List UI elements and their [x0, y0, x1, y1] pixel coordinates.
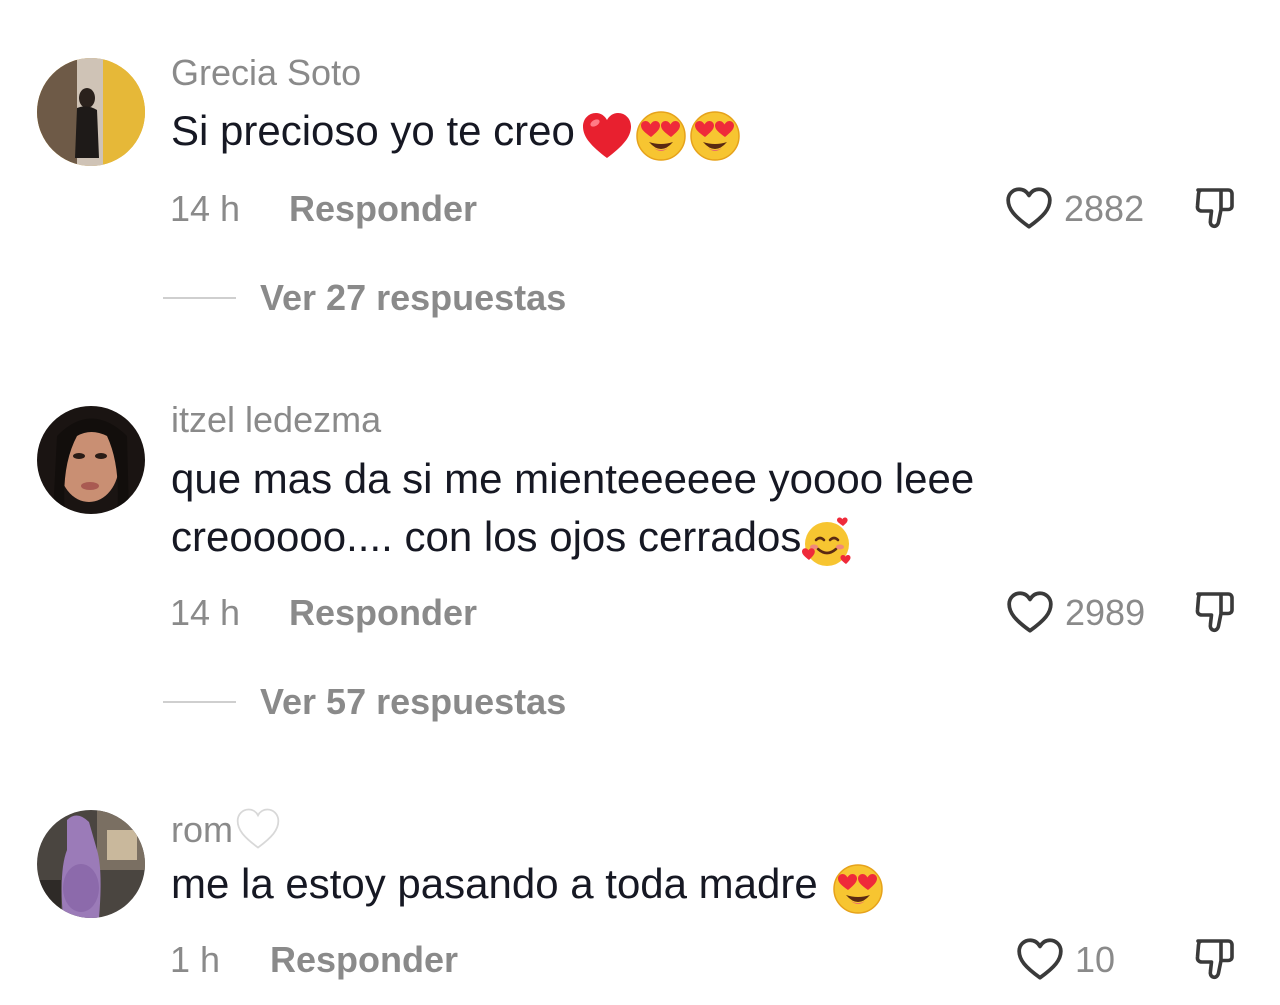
heart-outline-icon — [1005, 588, 1055, 638]
like-button[interactable]: 2989 — [1005, 588, 1145, 638]
avatar[interactable] — [37, 810, 145, 918]
thumbs-down-icon[interactable] — [1190, 935, 1238, 983]
comment-text-content: Si precioso yo te creo — [171, 107, 575, 154]
username-text: rom — [171, 809, 233, 850]
heart-eyes-emoji-icon — [689, 110, 741, 162]
heart-eyes-emoji-icon — [635, 110, 687, 162]
like-count: 10 — [1075, 939, 1116, 980]
white-heart-emoji-icon — [235, 806, 281, 852]
comment-text: Si precioso yo te creo — [171, 102, 1171, 168]
like-button[interactable]: 2882 — [1004, 184, 1144, 234]
comment-time: 1 h — [170, 939, 221, 980]
like-count: 2989 — [1065, 592, 1146, 633]
heart-outline-icon — [1015, 935, 1065, 985]
view-replies-label: Ver 27 respuestas — [260, 277, 567, 318]
reply-button[interactable]: Responder — [289, 191, 477, 227]
view-replies-button[interactable]: Ver 27 respuestas — [163, 280, 566, 316]
reply-button[interactable]: Responder — [289, 595, 477, 631]
like-count: 2882 — [1064, 188, 1145, 229]
avatar[interactable] — [37, 58, 145, 166]
emoji-run — [581, 110, 743, 168]
username[interactable]: Grecia Soto — [171, 55, 361, 91]
thumbs-down-icon[interactable] — [1190, 588, 1238, 636]
comment-text-line: creooooo.... con los ojos cerrados — [171, 508, 1171, 574]
username[interactable]: itzel ledezma — [171, 402, 381, 438]
emoji-run — [801, 516, 855, 574]
emoji-run — [832, 863, 886, 921]
heart-eyes-emoji-icon — [832, 863, 884, 915]
view-replies-label: Ver 57 respuestas — [260, 681, 567, 722]
divider-line — [163, 297, 236, 299]
username[interactable]: rom — [171, 806, 281, 852]
comment-text-content: creooooo.... con los ojos cerrados — [171, 513, 802, 560]
smiling-face-with-hearts-emoji-icon — [801, 516, 853, 568]
like-button[interactable]: 10 — [1015, 935, 1115, 985]
comment-time: 14 h — [170, 592, 241, 633]
view-replies-button[interactable]: Ver 57 respuestas — [163, 684, 566, 720]
thumbs-down-icon[interactable] — [1190, 184, 1238, 232]
heart-outline-icon — [1004, 184, 1054, 234]
comment-time: 14 h — [170, 188, 241, 229]
avatar[interactable] — [37, 406, 145, 514]
comment-text: que mas da si me mienteeeeee yoooo leee … — [171, 450, 1171, 574]
divider-line — [163, 701, 236, 703]
comment-text: me la estoy pasando a toda madre — [171, 855, 1171, 921]
reply-button[interactable]: Responder — [270, 942, 458, 978]
comment-text-content: me la estoy pasando a toda madre — [171, 860, 818, 907]
red-heart-emoji-icon — [581, 110, 633, 162]
comment-text-line: que mas da si me mienteeeeee yoooo leee — [171, 455, 975, 502]
